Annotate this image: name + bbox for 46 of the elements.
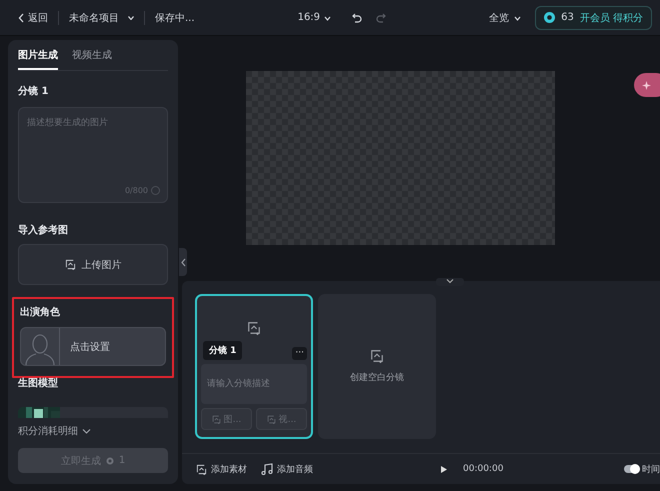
section-title: 分镜 1 bbox=[18, 84, 50, 98]
music-note-icon bbox=[261, 463, 273, 475]
section-title: 出演角色 bbox=[20, 306, 61, 319]
sparkle-icon bbox=[642, 80, 651, 90]
image-add-icon bbox=[196, 464, 207, 474]
section-title: 导入参考图 bbox=[18, 224, 69, 237]
add-frame-icon bbox=[370, 349, 384, 363]
shot-description-field[interactable]: 请输入分镜描述 bbox=[201, 364, 307, 404]
send-icon bbox=[151, 186, 160, 195]
set-character-button[interactable]: 点击设置 bbox=[20, 327, 166, 366]
shot-label: 分镜 1 bbox=[203, 341, 242, 360]
tab[interactable]: 图片生成 bbox=[18, 48, 58, 70]
project-name-dropdown[interactable]: 未命名项目 bbox=[69, 10, 134, 24]
aspect-ratio-dropdown[interactable]: 16:9 bbox=[298, 12, 332, 23]
toggle-label: 时间 bbox=[642, 464, 660, 476]
membership-link[interactable]: 开会员 得积分 bbox=[580, 10, 643, 24]
more-button[interactable]: ··· bbox=[292, 347, 307, 360]
undo-icon[interactable] bbox=[352, 12, 362, 22]
play-icon bbox=[441, 466, 447, 472]
tab[interactable]: 视频生成 bbox=[72, 48, 112, 70]
image-upload-icon bbox=[64, 259, 76, 270]
credits-count: 63 bbox=[561, 12, 574, 23]
cost-details-toggle[interactable]: 积分消耗明细 bbox=[18, 424, 91, 438]
image-icon bbox=[212, 414, 221, 424]
image-icon bbox=[266, 414, 276, 424]
time-display: 00:00:00 bbox=[463, 464, 504, 474]
toggle-switch[interactable] bbox=[624, 465, 640, 473]
image-add-icon bbox=[247, 321, 261, 335]
add-material-button[interactable]: 添加素材 bbox=[196, 462, 247, 476]
upload-image-button[interactable]: 上传图片 bbox=[18, 244, 168, 285]
save-status: 保存中... bbox=[155, 12, 195, 24]
caret-icon bbox=[82, 428, 91, 434]
back-button[interactable]: 返回 bbox=[18, 10, 48, 24]
redo-icon[interactable] bbox=[376, 12, 386, 22]
back-chevron-icon bbox=[18, 12, 25, 22]
add-audio-button[interactable]: 添加音频 bbox=[261, 462, 313, 476]
new-shot-card[interactable]: 创建空白分镜 bbox=[318, 294, 436, 439]
zoom-dropdown[interactable]: 全览 bbox=[489, 10, 524, 24]
model-selector[interactable] bbox=[18, 407, 168, 418]
person-silhouette-icon bbox=[25, 332, 55, 365]
credits-coin-icon bbox=[544, 12, 556, 23]
section-title: 生图模型 bbox=[18, 376, 59, 390]
coin-icon bbox=[106, 456, 114, 464]
floating-button[interactable] bbox=[634, 73, 660, 97]
caret-icon bbox=[128, 16, 134, 20]
collapse-handle[interactable] bbox=[179, 248, 187, 276]
